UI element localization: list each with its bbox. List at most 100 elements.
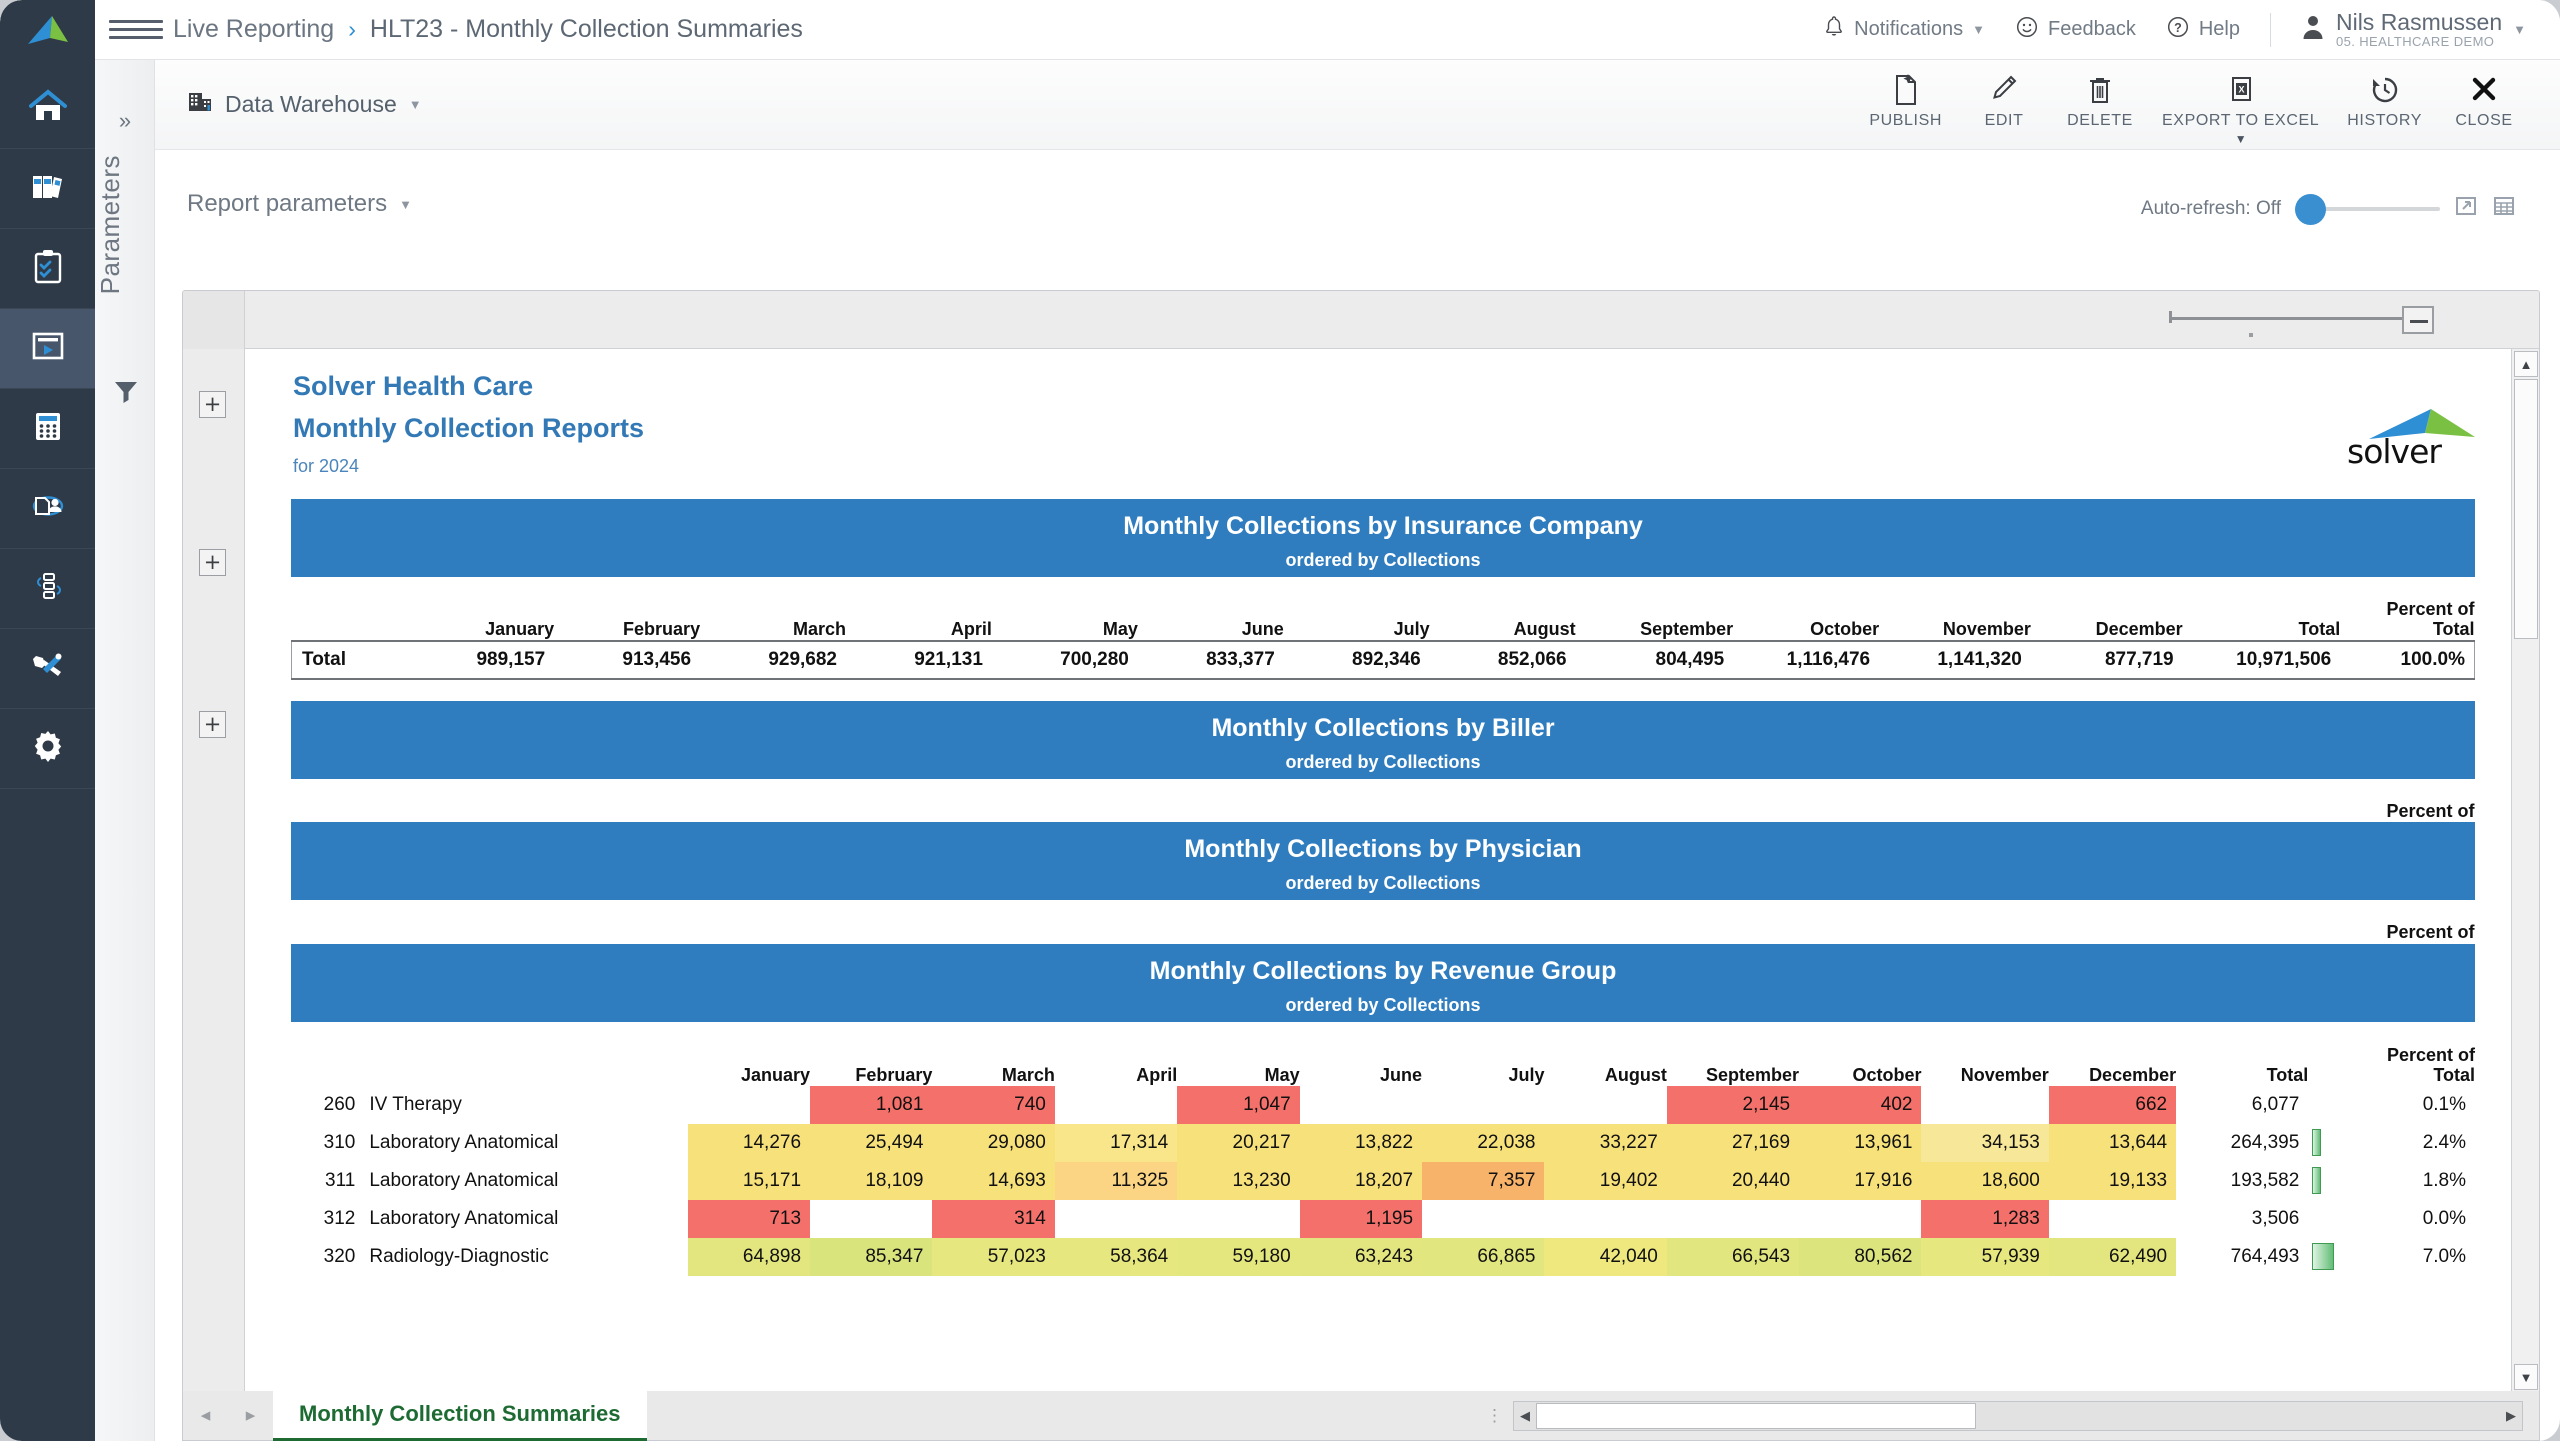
cell-may: 1,047 [1177,1086,1299,1124]
report-action-buttons: PUBLISH EDIT DELETE X EXPORT TO EXCEL ▼ [1855,72,2532,146]
column-header-percent-of-total: Percent ofTotal [2340,585,2474,641]
cell-june: 18,207 [1300,1162,1422,1200]
slider-knob[interactable] [2295,194,2326,225]
solver-wordmark: solver [2347,432,2441,471]
horizontal-scroll-thumb[interactable] [1536,1403,1976,1429]
cell-july: 892,346 [1284,641,1430,679]
sidebar-item-settings[interactable] [0,709,95,789]
band-title: Monthly Collections by Insurance Company [291,512,2475,541]
auto-refresh-slider[interactable] [2295,203,2440,215]
column-header-august: August [1544,1030,1666,1086]
section-band-revenue-group: Monthly Collections by Revenue Group ord… [291,944,2475,1022]
help-button[interactable]: ? Help [2166,15,2240,45]
band-subtitle: ordered by Collections [291,873,2475,894]
cell-total: 10,971,506 [2183,641,2341,679]
cell-january: 14,276 [688,1124,810,1162]
export-to-excel-button[interactable]: X EXPORT TO EXCEL ▼ [2148,72,2333,146]
menu-toggle-button[interactable] [109,20,163,39]
close-x-icon [2470,72,2498,106]
expand-chevron-icon[interactable]: » [95,108,155,134]
breadcrumb-item-current[interactable]: HLT23 - Monthly Collection Summaries [370,15,803,44]
revenue-group-table: JanuaryFebruaryMarchAprilMayJuneJulyAugu… [291,1030,2475,1276]
sidebar-item-tools[interactable] [0,629,95,709]
sidebar-item-tasks[interactable] [0,229,95,309]
auto-refresh-label: Auto-refresh: Off [2141,198,2281,220]
report-title: Monthly Collection Reports [293,413,644,444]
scroll-left-button[interactable]: ◀ [1514,1403,1536,1429]
cell-code: 320 [291,1238,369,1276]
sidebar-item-home[interactable] [0,69,95,149]
delete-button[interactable]: DELETE [2052,72,2148,146]
table-row[interactable]: 320Radiology-Diagnostic64,89885,34757,02… [291,1238,2475,1276]
cell-april: 58,364 [1055,1238,1177,1276]
sidebar-item-data-entry[interactable] [0,469,95,549]
parameters-panel-tab[interactable]: » Parameters [95,60,155,1441]
expand-section-insurance-button[interactable]: + [199,391,226,418]
fullscreen-icon[interactable] [2454,194,2478,223]
edit-button[interactable]: EDIT [1956,72,2052,146]
report-parameters-toggle[interactable]: Report parameters ▼ [187,190,412,218]
cell-total: 193,582 [2176,1162,2308,1200]
history-button[interactable]: HISTORY [2333,72,2436,146]
cell-january: 15,171 [688,1162,810,1200]
pencil-icon [1990,72,2018,106]
home-icon [27,85,69,132]
cell-july: 66,865 [1422,1238,1544,1276]
cell-total: 764,493 [2176,1238,2308,1276]
vertical-scrollbar[interactable]: ▲ ▼ [2511,349,2539,1392]
feedback-button[interactable]: Feedback [2015,15,2136,45]
prev-sheet-button[interactable]: ◂ [201,1404,211,1427]
grid-view-icon[interactable] [2492,194,2516,223]
expand-section-physician-button[interactable]: + [199,711,226,738]
table-row[interactable]: 311Laboratory Anatomical15,17118,10914,6… [291,1162,2475,1200]
table-row[interactable]: Total989,157913,456929,682921,131700,280… [292,641,2475,679]
chevron-down-icon[interactable]: ▼ [2235,136,2247,146]
app-logo[interactable] [0,0,95,60]
filter-funnel-icon[interactable] [113,378,139,409]
table-row[interactable]: 310Laboratory Anatomical14,27625,49429,0… [291,1124,2475,1162]
notifications-label: Notifications [1854,18,1963,41]
horizontal-scrollbar[interactable]: ◀ ▶ [1513,1401,2523,1431]
column-header-june: June [1138,585,1284,641]
user-menu-button[interactable]: Nils Rasmussen 05. HEALTHCARE DEMO ▼ [2301,9,2526,50]
breadcrumb-separator-icon: › [348,16,356,43]
scroll-right-button[interactable]: ▶ [2500,1403,2522,1429]
zoom-out-button[interactable] [2402,306,2434,334]
sidebar-item-workflow[interactable] [0,549,95,629]
notifications-button[interactable]: Notifications ▼ [1823,15,1985,45]
close-button[interactable]: CLOSE [2436,72,2532,146]
cell-june [1300,1086,1422,1124]
cell-november [1921,1086,2048,1124]
sidebar-item-budgeting[interactable] [0,389,95,469]
scroll-up-button[interactable]: ▲ [2514,351,2538,377]
delete-label: DELETE [2067,112,2133,130]
sidebar-item-reporting[interactable] [0,309,95,389]
solver-logo: solver [2345,403,2475,469]
avatar-icon [2301,13,2325,46]
smiley-icon [2015,15,2039,45]
cell-databar [2308,1124,2362,1162]
tab-resize-handle[interactable]: ⋮ [1486,1406,1503,1426]
sheet-tab-monthly-collection-summaries[interactable]: Monthly Collection Summaries [273,1391,647,1441]
cell-percent: 1.8% [2362,1162,2475,1200]
svg-text:?: ? [2174,21,2182,35]
zoom-slider[interactable] [2169,305,2434,335]
scroll-down-button[interactable]: ▼ [2514,1364,2538,1390]
cell-march: 57,023 [932,1238,1054,1276]
cell-february: 913,456 [554,641,700,679]
expand-section-biller-button[interactable]: + [199,549,226,576]
publish-button[interactable]: PUBLISH [1855,72,1956,146]
next-sheet-button[interactable]: ▸ [246,1404,256,1427]
column-header-september: September [1667,1030,1799,1086]
sidebar-item-library[interactable] [0,149,95,229]
cell-name: Laboratory Anatomical [369,1162,687,1200]
help-label: Help [2199,18,2240,41]
sheet-top-strip [183,291,2539,349]
cell-august [1544,1086,1666,1124]
vertical-scroll-thumb[interactable] [2514,379,2538,639]
table-row[interactable]: 312Laboratory Anatomical7133141,1951,283… [291,1200,2475,1238]
cell-january: 713 [688,1200,810,1238]
table-row[interactable]: 260IV Therapy1,0817401,0472,1454026626,0… [291,1086,2475,1124]
breadcrumb-item-live-reporting[interactable]: Live Reporting [173,15,334,44]
module-selector[interactable]: Data Warehouse ▼ [187,88,422,120]
